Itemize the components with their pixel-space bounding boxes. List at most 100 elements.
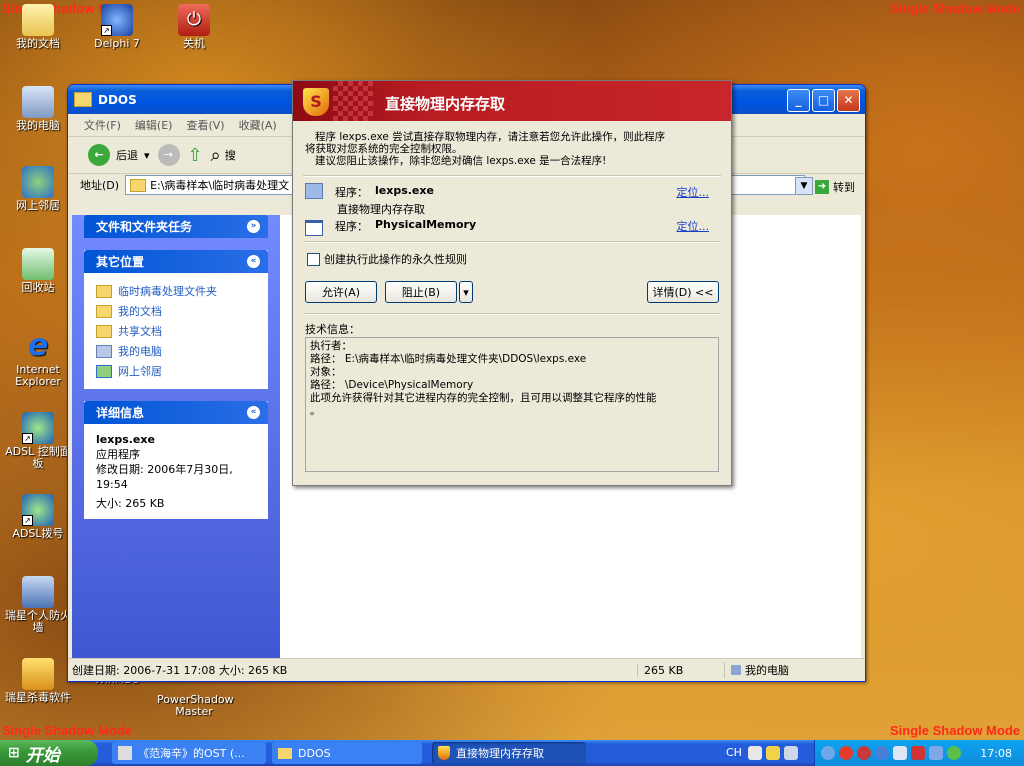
chevron-down-icon[interactable]: ▾ [144,149,150,162]
locate-link[interactable]: 定位... [677,184,710,200]
file-size: 大小: 265 KB [96,497,165,510]
place-item[interactable]: 临时病毒处理文件夹 [96,281,256,301]
go-button[interactable]: ➜ 转到 [815,179,855,195]
tray-app-icon[interactable] [929,746,943,760]
dialog-header[interactable]: S 直接物理内存存取 [293,81,731,121]
desktop-icon-label: 瑞星杀毒软件 [5,691,71,704]
menu-favorites[interactable]: 收藏(A) [239,117,277,133]
tray-app-icon[interactable] [911,746,925,760]
details-button[interactable]: 详情(D) << [647,281,719,303]
tech-info-label: 技术信息： [305,323,360,336]
menu-file[interactable]: 文件(F) [84,117,121,133]
header-pattern [333,81,373,121]
places-panel-header[interactable]: 其它位置 « [84,250,268,273]
desktop-icon-label: 网上邻居 [16,199,60,212]
network-tray-icon[interactable] [893,746,907,760]
keyboard-icon[interactable] [748,746,762,760]
computer-icon [22,86,54,118]
menu-edit[interactable]: 编辑(E) [135,117,173,133]
tech-line: 。 [310,405,321,417]
taskbar-item-dialog[interactable]: 直接物理内存存取 [432,742,586,764]
block-button[interactable]: 阻止(B) [385,281,457,303]
desktop-icon-powershadow[interactable]: PowerShadow Master [157,693,234,718]
place-label: 我的电脑 [118,345,162,358]
back-arrow-icon: ← [88,144,110,166]
pen-icon[interactable] [784,746,798,760]
close-button[interactable]: ✕ [837,89,860,112]
desktop-icon-my-documents[interactable]: 我的文档 [1,4,75,50]
desktop-icon-recycle-bin[interactable]: 回收站 [1,248,75,294]
desktop-icon-ie[interactable]: e Internet Explorer [1,330,75,388]
dialog-description: 程序 lexps.exe 尝试直接存取物理内存，请注意若您允许此操作，则此程序 … [305,131,725,167]
globe-icon: ↗ [22,494,54,526]
address-dropdown[interactable]: ▼ [795,177,813,195]
minimize-button[interactable]: _ [787,89,810,112]
permanent-rule-checkbox[interactable]: 创建执行此操作的永久性规则 [307,251,467,267]
delphi-icon: ↗ [101,4,133,36]
place-label: 我的文档 [118,305,162,318]
folder-icon [130,178,147,192]
tech-line: 路径： \Device\PhysicalMemory [310,379,474,391]
tray-app-icon[interactable] [821,746,835,760]
desktop-icon-rising-firewall[interactable]: 瑞星个人防火墙 [1,576,75,634]
folder-icon [96,324,112,338]
back-button[interactable]: ← 后退 ▾ [88,144,150,166]
chevron-down-icon[interactable]: » [247,220,260,233]
checkbox-label: 创建执行此操作的永久性规则 [324,253,467,266]
clock[interactable]: 17:08 [980,747,1012,760]
block-dropdown-button[interactable]: ▾ [459,281,473,303]
tray-app-icon[interactable] [947,746,961,760]
tech-line: 此项允许获得针对其它进程内存的完全控制，且可用以调整其它程序的性能 [310,392,657,404]
tech-line: 路径： E:\病毒样本\临时病毒处理文件夹\DDOS\lexps.exe [310,353,587,365]
desc-line: 程序 lexps.exe 尝试直接存取物理内存，请注意若您允许此操作，则此程序 [315,131,666,143]
desktop-icon-my-computer[interactable]: 我的电脑 [1,86,75,132]
status-text: 创建日期: 2006-7-31 17:08 大小: 265 KB [72,664,288,677]
desktop-icon-adsl-dial[interactable]: ↗ ADSL拨号 [1,494,75,540]
panel-title: 其它位置 [96,255,145,269]
details-label: 详情(D) << [652,286,714,299]
start-button[interactable]: ⊞ 开始 [0,740,98,766]
place-label: 共享文档 [118,325,162,338]
details-panel-header[interactable]: 详细信息 « [84,401,268,424]
tray-app-icon[interactable] [839,746,853,760]
desktop-icon-network[interactable]: 网上邻居 [1,166,75,212]
tasks-panel-header[interactable]: 文件和文件夹任务 » [84,215,268,238]
tray-app-icon[interactable] [857,746,871,760]
place-item[interactable]: 我的电脑 [96,341,256,361]
desktop-icon-shutdown[interactable]: ⏻ 关机 [157,4,231,50]
system-tray: 17:08 [814,740,1024,766]
place-item[interactable]: 共享文档 [96,321,256,341]
object-icon [305,220,323,236]
chevron-up-icon[interactable]: « [247,255,260,268]
shadow-mode-watermark: Single Shadow Mode [889,723,1020,738]
allow-label: 允许(A) [321,286,361,299]
up-folder-icon[interactable]: ⇧ [188,145,203,166]
desktop-icon-label: ADSL 控制面板 [5,445,71,470]
search-button[interactable]: ⌕ 搜 [211,145,236,166]
desktop-icon-rising-antivirus[interactable]: 瑞星杀毒软件 [1,658,75,704]
task-label: 直接物理内存存取 [456,747,544,760]
locate-link[interactable]: 定位... [677,218,710,234]
taskbar-item-ost[interactable]: 《范海辛》的OST (... [112,742,266,764]
desktop-icon-label: PowerShadow Master [157,693,234,718]
place-item[interactable]: 网上邻居 [96,361,256,381]
desktop-icon-label: 回收站 [21,281,55,294]
chevron-up-icon[interactable]: « [247,406,260,419]
program-action: 直接物理内存存取 [337,203,425,216]
desktop-icon-adsl-control[interactable]: ↗ ADSL 控制面板 [1,412,75,470]
desc-line: 建议您阻止该操作，除非您绝对确信 lexps.exe 是一合法程序! [315,155,607,167]
shadow-mode-watermark: Single Shadow Mode [889,1,1020,16]
place-item[interactable]: 我的文档 [96,301,256,321]
language-indicator[interactable]: CH [726,746,742,759]
maximize-button[interactable]: □ [812,89,835,112]
help-icon[interactable] [766,746,780,760]
menu-view[interactable]: 查看(V) [186,117,224,133]
file-modified: 修改日期: 2006年7月30日, 19:54 [96,463,233,491]
checkbox-box[interactable] [307,252,320,266]
desktop-icon-delphi[interactable]: ↗ Delphi 7 [80,4,154,50]
forward-button[interactable]: → [157,144,180,166]
address-value: E:\病毒样本\临时病毒处理文 [150,179,290,192]
tray-app-icon[interactable] [875,746,889,760]
taskbar-item-ddos[interactable]: DDOS [272,742,422,764]
allow-button[interactable]: 允许(A) [305,281,377,303]
